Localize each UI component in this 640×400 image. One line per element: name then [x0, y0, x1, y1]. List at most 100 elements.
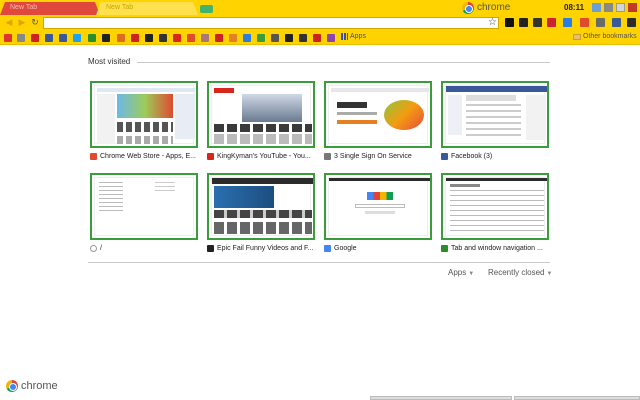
youtube-bookmark-icon[interactable]	[173, 34, 181, 42]
most-visited-tile-facebook[interactable]	[441, 81, 549, 148]
tile-title: 3 Single Sign On Service	[334, 152, 412, 160]
bookmark-icon[interactable]	[187, 34, 195, 42]
bookmarks-bar: Apps Other bookmarks	[0, 31, 640, 45]
back-arrow-icon[interactable]: ◀	[4, 17, 14, 27]
wrench-menu-icon[interactable]	[627, 18, 636, 27]
most-visited-tile-root[interactable]	[90, 173, 198, 240]
bookmark-icon[interactable]	[327, 34, 335, 42]
bookmark-icon[interactable]	[45, 34, 53, 42]
bookmark-icon[interactable]	[88, 34, 96, 42]
tile-title: Facebook (3)	[451, 152, 493, 160]
tile-thumbnail	[445, 177, 547, 236]
facebook-bookmark-icon[interactable]	[59, 34, 67, 42]
bottom-panel-edge	[514, 396, 640, 400]
apps-footer-label: Apps	[448, 268, 467, 277]
bookmark-icon[interactable]	[145, 34, 153, 42]
tile-caption[interactable]: /	[90, 243, 202, 253]
recently-closed-menu[interactable]: Recently closed ▼	[488, 268, 552, 277]
chevron-down-icon: ▼	[546, 271, 553, 277]
window-control-icon[interactable]	[628, 3, 637, 12]
footer-brand-name: chrome	[21, 380, 58, 392]
other-bookmarks-label: Other bookmarks	[583, 33, 637, 40]
apps-footer-link[interactable]: Apps ▼	[448, 268, 474, 277]
extension-icon[interactable]	[505, 18, 514, 27]
extension-icon[interactable]	[612, 18, 621, 27]
extension-icon[interactable]	[519, 18, 528, 27]
forward-arrow-icon[interactable]: ▶	[17, 17, 27, 27]
bookmark-icon[interactable]	[257, 34, 265, 42]
extension-icon[interactable]	[533, 18, 542, 27]
tile-caption[interactable]: Epic Fail Funny Videos and F...	[207, 243, 319, 253]
tab-label: New Tab	[10, 4, 38, 11]
folder-icon	[573, 33, 581, 40]
bookmark-icon[interactable]	[201, 34, 209, 42]
extension-icon[interactable]	[580, 18, 589, 27]
tile-caption[interactable]: 3 Single Sign On Service	[324, 151, 436, 161]
gmail-bookmark-icon[interactable]	[31, 34, 39, 42]
tile-caption[interactable]: KingKyman's YouTube - You...	[207, 151, 319, 161]
globe-icon	[90, 244, 97, 252]
tab-new-tab-2-active[interactable]: New Tab	[96, 2, 198, 15]
tile-thumbnail	[211, 85, 312, 144]
bookmark-icon[interactable]	[229, 34, 237, 42]
sso-service-icon	[324, 152, 331, 160]
tile-thumbnail	[328, 177, 430, 236]
bookmark-icon[interactable]	[313, 34, 321, 42]
brand-name: chrome	[477, 2, 511, 13]
clock: 08:11	[564, 3, 585, 12]
chrome-logo-icon	[6, 380, 18, 392]
apps-bookmark[interactable]: Apps	[341, 33, 366, 40]
chevron-down-icon: ▼	[468, 271, 475, 277]
other-bookmarks[interactable]: Other bookmarks	[573, 33, 637, 40]
tile-title: Google	[334, 244, 357, 252]
chrome-footer-logo: chrome	[6, 380, 58, 392]
most-visited-tile-tab-window-navigation[interactable]	[441, 173, 549, 240]
extension-icon[interactable]	[596, 18, 605, 27]
battery-icon[interactable]	[604, 3, 613, 12]
user-icon[interactable]	[616, 3, 625, 12]
apps-bookmark-label: Apps	[350, 33, 366, 40]
tile-thumbnail	[211, 177, 313, 236]
most-visited-tile-epic-fail[interactable]	[207, 173, 315, 240]
reload-icon[interactable]: ↻	[30, 17, 40, 27]
address-input[interactable]	[44, 18, 498, 28]
recently-closed-label: Recently closed	[488, 268, 545, 277]
most-visited-tile-chrome-web-store[interactable]	[90, 81, 198, 148]
section-divider	[137, 62, 550, 63]
tab-label: New Tab	[106, 4, 134, 11]
bookmark-icon[interactable]	[243, 34, 251, 42]
bookmark-icon[interactable]	[102, 34, 110, 42]
tile-caption[interactable]: Google	[324, 243, 436, 253]
tab-new-tab-1[interactable]: New Tab	[0, 2, 100, 15]
extension-icon[interactable]	[547, 18, 556, 27]
tile-thumbnail	[94, 85, 195, 144]
google-icon	[324, 244, 331, 252]
most-visited-tile-single-sign-on[interactable]	[324, 81, 432, 148]
tile-title: KingKyman's YouTube - You...	[217, 152, 311, 160]
extension-icon[interactable]	[563, 18, 572, 27]
bookmark-icon[interactable]	[17, 34, 25, 42]
bookmark-icon[interactable]	[4, 34, 12, 42]
chrome-logo-icon	[462, 1, 474, 14]
bookmark-icon[interactable]	[299, 34, 307, 42]
new-tab-button[interactable]	[200, 5, 213, 13]
chrome-brand: chrome	[462, 0, 510, 15]
bookmark-icon[interactable]	[159, 34, 167, 42]
tile-caption[interactable]: Facebook (3)	[441, 151, 553, 161]
bookmark-icon[interactable]	[215, 34, 223, 42]
bookmark-icon[interactable]	[285, 34, 293, 42]
bookmark-icon[interactable]	[131, 34, 139, 42]
most-visited-tile-youtube[interactable]	[207, 81, 315, 148]
tile-caption[interactable]: Chrome Web Store - Apps, E...	[90, 151, 202, 161]
tile-caption[interactable]: Tab and window navigation ...	[441, 243, 553, 253]
omnibox[interactable]	[43, 17, 499, 29]
most-visited-tile-google[interactable]	[324, 173, 432, 240]
network-icon[interactable]	[592, 3, 601, 12]
bookmark-icon[interactable]	[117, 34, 125, 42]
facebook-icon	[441, 152, 448, 160]
tile-title: Epic Fail Funny Videos and F...	[217, 244, 314, 252]
twitter-bookmark-icon[interactable]	[73, 34, 81, 42]
bookmark-star-icon[interactable]: ☆	[488, 17, 497, 28]
bookmark-icon[interactable]	[271, 34, 279, 42]
youtube-icon	[207, 152, 214, 160]
